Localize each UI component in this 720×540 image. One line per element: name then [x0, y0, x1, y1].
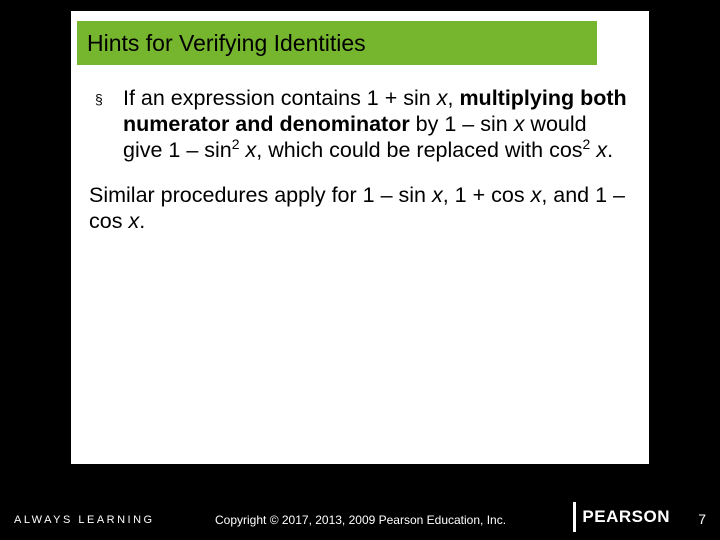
text: .	[607, 138, 613, 162]
var: x	[246, 138, 257, 162]
superscript: 2	[232, 136, 240, 152]
bullet-item: § If an expression contains 1 + sin x, m…	[89, 85, 631, 164]
text: by 1 – sin	[410, 112, 514, 136]
var: x	[128, 209, 139, 233]
always-learning-tagline: ALWAYS LEARNING	[14, 514, 155, 526]
page-number: 7	[698, 511, 706, 527]
followup-text: Similar procedures apply for 1 – sin x, …	[89, 182, 631, 234]
pearson-brand-text: PEARSON	[582, 507, 670, 527]
bullet-text: If an expression contains 1 + sin x, mul…	[123, 85, 631, 164]
var: x	[531, 183, 542, 207]
text: If an expression contains 1 + sin	[123, 86, 437, 110]
logo-bar-icon	[573, 502, 576, 532]
var: x	[514, 112, 525, 136]
var: x	[432, 183, 443, 207]
slide: Hints for Verifying Identities § If an e…	[0, 0, 720, 540]
text: ,	[447, 86, 459, 110]
slide-body: § If an expression contains 1 + sin x, m…	[89, 85, 631, 234]
pearson-logo: PEARSON	[573, 502, 670, 532]
text: , which could be replaced with cos	[256, 138, 582, 162]
text: .	[139, 209, 145, 233]
footer: ALWAYS LEARNING Copyright © 2017, 2013, …	[0, 496, 720, 540]
text: Similar procedures apply for 1 – sin	[89, 183, 432, 207]
text: , 1 + cos	[443, 183, 531, 207]
content-box: Hints for Verifying Identities § If an e…	[70, 10, 650, 465]
var: x	[596, 138, 607, 162]
title-bar: Hints for Verifying Identities	[77, 21, 597, 65]
copyright-text: Copyright © 2017, 2013, 2009 Pearson Edu…	[215, 513, 506, 527]
bullet-glyph: §	[89, 85, 123, 113]
var: x	[437, 86, 448, 110]
slide-title: Hints for Verifying Identities	[87, 30, 366, 57]
